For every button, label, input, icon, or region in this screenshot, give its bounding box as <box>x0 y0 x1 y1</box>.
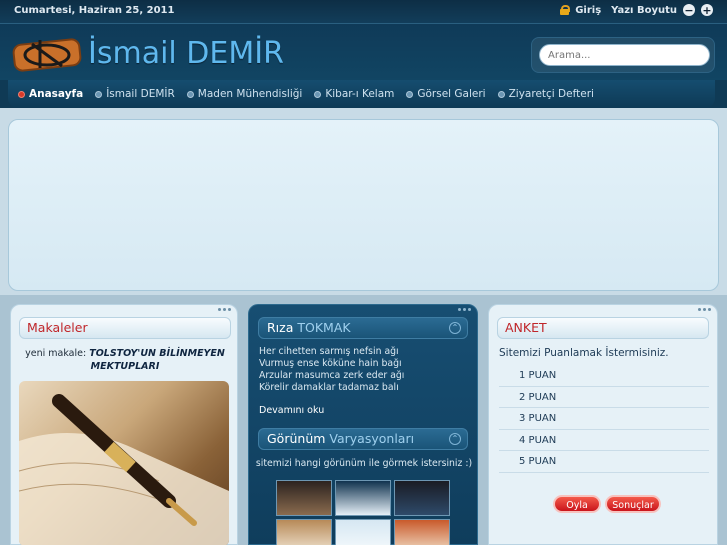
nav-item-gorsel-galeri[interactable]: Görsel Galeri <box>406 88 486 100</box>
top-tools: Giriş Yazı Boyutu − + <box>560 4 713 16</box>
nav-item-label: İsmail DEMİR <box>106 88 175 100</box>
header: İsmail DEMİR <box>0 24 727 80</box>
articles-panel: Makaleler yeni makale: TOLSTOY'UN BİLİNM… <box>10 304 238 545</box>
articles-title: Makaleler <box>19 317 231 339</box>
panel-dots-icon <box>458 308 471 311</box>
increase-font-icon[interactable]: + <box>701 4 713 16</box>
article-image[interactable] <box>19 381 229 545</box>
poll-options: 1 PUAN 2 PUAN 3 PUAN 4 PUAN 5 PUAN <box>499 365 709 473</box>
new-article-link[interactable]: TOLSTOY'UN BİLİNMEYEN MEKTUPLARI <box>89 348 225 372</box>
banner-area <box>8 119 719 291</box>
poll-title: ANKET <box>497 317 709 339</box>
poem-panel: Rıza TOKMAK ⌃ Her cihetten sarmış nefsin… <box>248 304 478 545</box>
poll-question: Sitemizi Puanlamak İstermisiniz. <box>499 347 669 359</box>
nav-item-label: Kibar-ı Kelam <box>325 88 395 100</box>
bullet-icon <box>18 90 25 98</box>
poem-line: Vurmuş ense köküne hain bağı <box>259 358 402 369</box>
nav-item-label: Maden Mühendisliği <box>197 88 303 100</box>
bullet-icon <box>186 90 194 98</box>
new-article-prefix: yeni makale: <box>25 348 87 359</box>
search-box <box>531 37 715 73</box>
site-logo-icon[interactable] <box>12 34 82 74</box>
bullet-icon <box>314 90 322 98</box>
collapse-icon[interactable]: ⌃ <box>449 322 461 334</box>
poem-title: Rıza TOKMAK ⌃ <box>258 317 468 339</box>
login-link[interactable]: Giriş <box>575 5 601 16</box>
poll-option[interactable]: 3 PUAN <box>499 408 709 430</box>
variants-title: Görünüm Varyasyonları ⌃ <box>258 428 468 450</box>
variant-thumbnail[interactable] <box>276 519 332 545</box>
top-bar: Cumartesi, Haziran 25, 2011 Giriş Yazı B… <box>0 0 727 24</box>
variant-thumbnail[interactable] <box>276 480 332 516</box>
collapse-icon[interactable]: ⌃ <box>449 433 461 445</box>
bullet-icon <box>95 90 103 98</box>
variant-thumbnails <box>276 480 450 545</box>
nav-item-ismail-demir[interactable]: İsmail DEMİR <box>95 88 175 100</box>
variant-thumbnail[interactable] <box>335 480 391 516</box>
nav-item-label: Görsel Galeri <box>417 88 486 100</box>
nav-item-label: Anasayfa <box>29 88 84 100</box>
bullet-icon <box>497 90 505 98</box>
poem-line: Her cihetten sarmış nefsin ağı <box>259 346 399 357</box>
new-article: yeni makale: TOLSTOY'UN BİLİNMEYEN MEKTU… <box>11 347 239 373</box>
main-nav: Anasayfa İsmail DEMİR Maden Mühendisliği… <box>8 80 715 108</box>
poem-title-second: TOKMAK <box>297 320 351 335</box>
nav-item-ziyaretci-defteri[interactable]: Ziyaretçi Defteri <box>497 88 594 100</box>
poll-panel: ANKET Sitemizi Puanlamak İstermisiniz. 1… <box>488 304 718 545</box>
poll-option[interactable]: 2 PUAN <box>499 387 709 408</box>
search-input[interactable] <box>539 44 710 66</box>
variant-thumbnail[interactable] <box>394 480 450 516</box>
variant-thumbnail[interactable] <box>394 519 450 545</box>
lock-icon <box>560 5 571 15</box>
poem-line: Arzular masumca zerk eder ağı <box>259 370 405 381</box>
panel-dots-icon <box>698 308 711 311</box>
poll-option[interactable]: 5 PUAN <box>499 451 709 473</box>
variants-text: sitemizi hangi görünüm ile görmek isters… <box>255 458 473 469</box>
poem-text: Her cihetten sarmış nefsin ağı Vurmuş en… <box>259 346 404 394</box>
poll-option[interactable]: 4 PUAN <box>499 430 709 451</box>
decrease-font-icon[interactable]: − <box>683 4 695 16</box>
vote-button[interactable]: Oyla <box>553 495 601 513</box>
bullet-icon <box>406 90 414 98</box>
nav-item-maden[interactable]: Maden Mühendisliği <box>186 88 303 100</box>
read-more-link[interactable]: Devamını oku <box>259 405 324 416</box>
font-size-label: Yazı Boyutu <box>611 4 677 16</box>
poem-line: Körelir damaklar tadamaz balı <box>259 382 399 393</box>
nav-item-kibar-kelam[interactable]: Kibar-ı Kelam <box>314 88 394 100</box>
results-button[interactable]: Sonuçlar <box>605 495 661 513</box>
poll-option[interactable]: 1 PUAN <box>499 365 709 387</box>
nav-item-label: Ziyaretçi Defteri <box>508 88 594 100</box>
nav-item-anasayfa[interactable]: Anasayfa <box>18 88 83 100</box>
variants-title-first: Görünüm <box>267 431 326 446</box>
site-name: İsmail DEMİR <box>88 36 284 71</box>
variant-thumbnail[interactable] <box>335 519 391 545</box>
panel-dots-icon <box>218 308 231 311</box>
variants-title-second: Varyasyonları <box>329 431 415 446</box>
pen-icon <box>19 394 229 545</box>
current-date: Cumartesi, Haziran 25, 2011 <box>14 5 175 16</box>
poem-title-first: Rıza <box>267 320 294 335</box>
